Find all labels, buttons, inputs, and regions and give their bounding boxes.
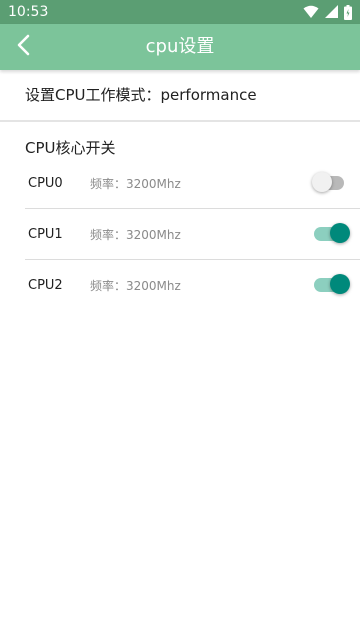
toggle-thumb xyxy=(330,274,350,294)
cpu-name: CPU2 xyxy=(28,277,63,293)
back-button[interactable] xyxy=(6,29,42,65)
cpu0-toggle[interactable] xyxy=(310,170,352,196)
status-icons xyxy=(303,4,352,20)
cpu-frequency: 频率：3200Mhz xyxy=(90,176,181,191)
cpu-frequency: 频率：3200Mhz xyxy=(90,278,181,293)
cpu2-toggle[interactable] xyxy=(310,272,352,298)
cpu-row-cpu0: CPU0 频率：3200Mhz xyxy=(0,158,360,208)
signal-icon xyxy=(325,5,338,19)
back-arrow-icon xyxy=(16,34,32,60)
status-time: 10:53 xyxy=(8,4,49,20)
cpu1-toggle[interactable] xyxy=(310,221,352,247)
cpu-row-cpu2: CPU2 频率：3200Mhz xyxy=(0,260,360,310)
cpu-name: CPU0 xyxy=(28,175,63,191)
battery-icon xyxy=(344,4,352,20)
screen: 10:53 cpu设置 设置CPU工作模式：performance CPU核心开… xyxy=(0,0,360,640)
cores-section-title: CPU核心开关 xyxy=(25,139,116,157)
toggle-thumb xyxy=(312,172,332,192)
cpu-name: CPU1 xyxy=(28,226,63,242)
section-divider xyxy=(0,120,360,122)
page-title: cpu设置 xyxy=(145,36,215,57)
cpu-row-cpu1: CPU1 频率：3200Mhz xyxy=(0,209,360,259)
cpu-mode-setting[interactable]: 设置CPU工作模式：performance xyxy=(0,70,360,120)
app-bar: cpu设置 xyxy=(0,24,360,70)
cpu-mode-label: 设置CPU工作模式：performance xyxy=(25,86,257,104)
status-bar: 10:53 xyxy=(0,0,360,24)
toggle-thumb xyxy=(330,223,350,243)
cpu-frequency: 频率：3200Mhz xyxy=(90,227,181,242)
wifi-icon xyxy=(303,5,319,19)
